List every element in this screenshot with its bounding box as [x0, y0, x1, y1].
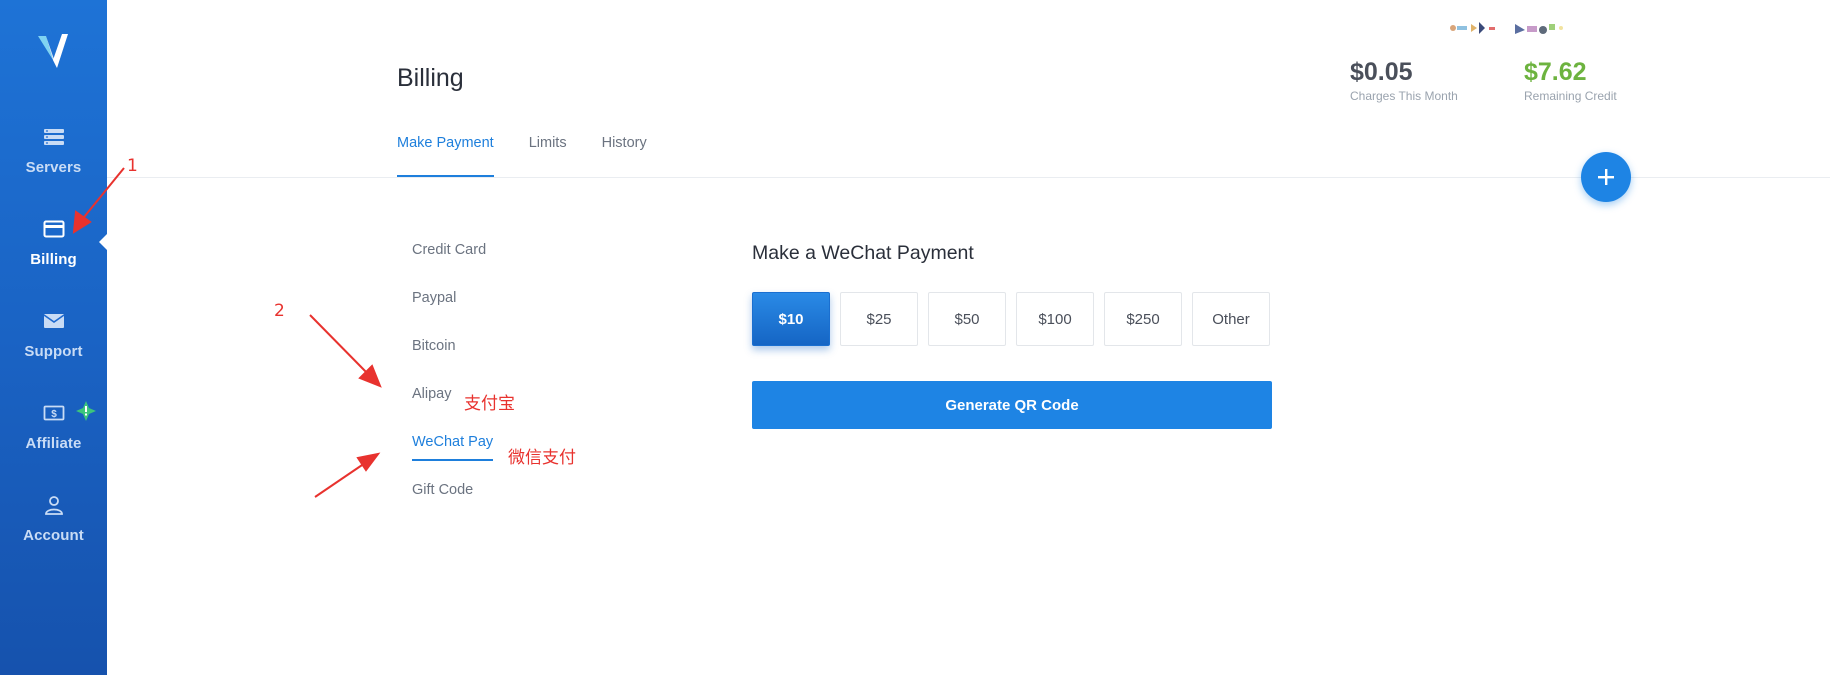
sidebar-item-label: Support — [24, 343, 83, 360]
billing-tabs: Make Payment Limits History — [397, 135, 682, 178]
credit-stat: $7.62 Remaining Credit — [1524, 58, 1617, 103]
sidebar-item-affiliate[interactable]: $ Affiliate — [0, 401, 107, 481]
amount-options: $10 $25 $50 $100 $250 Other — [752, 292, 1280, 346]
charges-label: Charges This Month — [1350, 89, 1458, 103]
header-decoration — [1450, 22, 1563, 34]
method-credit-card[interactable]: Credit Card — [412, 242, 486, 258]
tabs-divider — [107, 177, 1830, 178]
svg-text:$: $ — [51, 409, 57, 420]
dollar-icon: $ — [42, 401, 66, 425]
charges-value: $0.05 — [1350, 58, 1413, 86]
sidebar-item-support[interactable]: Support — [0, 309, 107, 389]
credit-label: Remaining Credit — [1524, 89, 1617, 103]
server-icon — [42, 125, 66, 149]
amount-option[interactable]: $100 — [1016, 292, 1094, 346]
credit-value: $7.62 — [1524, 58, 1587, 86]
alert-badge-icon — [75, 400, 97, 422]
payment-title: Make a WeChat Payment — [752, 242, 974, 264]
amount-option[interactable]: $25 — [840, 292, 918, 346]
method-alipay[interactable]: Alipay — [412, 386, 452, 402]
generate-qr-button[interactable]: Generate QR Code — [752, 381, 1272, 429]
method-gift-code[interactable]: Gift Code — [412, 482, 473, 498]
vultr-logo[interactable] — [0, 30, 107, 80]
annotation-step-2: 2 — [274, 301, 285, 321]
annotation-wechat-cn: 微信支付 — [508, 448, 576, 468]
sidebar-item-servers[interactable]: Servers — [0, 125, 107, 205]
annotation-step-1: 1 — [127, 156, 138, 176]
sidebar: Servers Billing Support $ Affiliate Acco… — [0, 0, 107, 675]
sidebar-item-billing[interactable]: Billing — [0, 217, 107, 297]
method-bitcoin[interactable]: Bitcoin — [412, 338, 456, 354]
sidebar-item-label: Account — [23, 527, 84, 544]
amount-option[interactable]: $10 — [752, 292, 830, 346]
user-icon — [42, 493, 66, 517]
amount-option[interactable]: Other — [1192, 292, 1270, 346]
amount-option[interactable]: $250 — [1104, 292, 1182, 346]
page-title: Billing — [397, 64, 464, 92]
envelope-icon — [42, 309, 66, 333]
method-wechat-pay[interactable]: WeChat Pay — [412, 434, 494, 461]
credit-card-icon — [42, 217, 66, 241]
add-button[interactable] — [1581, 152, 1631, 202]
tab-make-payment[interactable]: Make Payment — [397, 135, 494, 178]
tab-limits[interactable]: Limits — [529, 135, 567, 178]
sidebar-item-label: Servers — [25, 159, 82, 176]
tab-history[interactable]: History — [602, 135, 647, 178]
amount-option[interactable]: $50 — [928, 292, 1006, 346]
annotation-alipay-cn: 支付宝 — [464, 394, 515, 414]
sidebar-item-label: Billing — [30, 251, 77, 268]
sidebar-item-account[interactable]: Account — [0, 493, 107, 573]
plus-icon — [1598, 169, 1614, 185]
method-paypal[interactable]: Paypal — [412, 290, 456, 306]
sidebar-item-label: Affiliate — [25, 435, 82, 452]
charges-stat: $0.05 Charges This Month — [1350, 58, 1458, 103]
